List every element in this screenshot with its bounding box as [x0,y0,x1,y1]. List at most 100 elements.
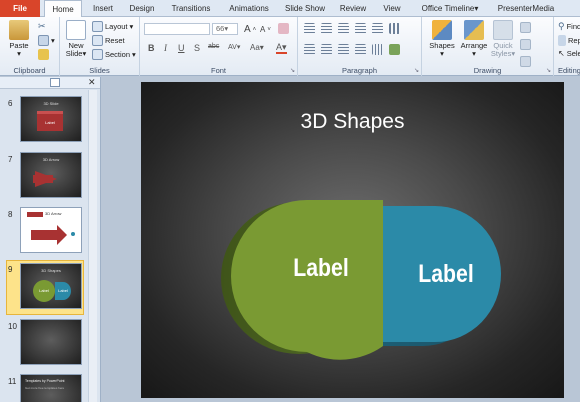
thumb-teal-dot [71,232,75,236]
editing-group-label: Editing [558,66,580,75]
italic-button[interactable]: I [164,43,167,53]
pane-header: ✕ [0,77,100,89]
tab-transitions[interactable]: Transitions [166,0,216,17]
align-right-icon[interactable] [338,44,349,55]
columns-icon[interactable] [389,23,400,34]
new-slide-button[interactable]: New Slide▾ [63,20,89,58]
quick-styles-icon [493,20,513,40]
tab-home[interactable]: Home [44,0,82,18]
find-button[interactable]: ⚲ Find [558,21,580,32]
dropdown-arrow-icon: ▾ [224,24,229,33]
thumbnail-scrollbar[interactable] [88,90,97,402]
dropdown-arrow-icon: ▾ [236,44,241,51]
thumb-title: 3D Slide [43,101,59,106]
line-spacing-icon[interactable] [372,23,383,34]
tab-review[interactable]: Review [336,0,370,17]
paragraph-group-label: Paragraph [341,66,378,75]
select-label: Select [566,49,580,58]
ribbon-tabs: File Home Insert Design Transitions Anim… [0,0,580,18]
text-direction-icon[interactable] [372,44,383,55]
tab-view[interactable]: View [378,0,406,17]
thumb-red-arrow-body [33,175,53,183]
bold-button[interactable]: B [148,43,155,53]
change-case-button[interactable]: Aa▾ [250,43,264,52]
thumb-number: 9 [8,265,13,274]
cursor-icon: ↖ [558,49,565,58]
tab-slide-show[interactable]: Slide Show [282,0,328,17]
layout-button[interactable]: Layout ▾ [92,21,133,32]
grow-arrow-icon: ˄ [252,26,257,33]
justify-icon[interactable] [355,44,366,55]
thumb-label: Label [39,288,49,293]
slide-thumbnail-10[interactable] [20,319,82,365]
shrink-font-button[interactable]: A ˅ [260,25,271,34]
thumb-label: Label [58,288,68,293]
align-center-icon[interactable] [321,44,332,55]
slide-thumbnail-6[interactable]: 3D Slide Label [20,96,82,142]
decrease-indent-icon[interactable] [338,23,349,34]
thumb-number: 11 [8,377,17,386]
copy-button[interactable]: ▾ [38,35,55,46]
slide-thumbnail-8[interactable]: 3D Arrow [20,207,82,253]
arrange-button[interactable]: Arrange ▾ [458,20,490,58]
strikethrough-button[interactable]: abc [208,43,219,50]
tab-presentermedia[interactable]: PresenterMedia [494,0,558,17]
dropdown-arrow-icon: ▾ [440,49,444,58]
tab-insert[interactable]: Insert [87,0,119,17]
format-painter-button[interactable] [38,49,49,60]
eraser-icon [278,23,289,34]
tab-file[interactable]: File [0,0,40,17]
tab-animations[interactable]: Animations [224,0,274,17]
dropdown-arrow-icon: ▾ [129,22,134,31]
shadow-button[interactable]: S [194,43,200,53]
shape-fill-icon[interactable] [520,22,531,33]
smartart-icon[interactable] [389,44,400,55]
section-button[interactable]: Section ▾ [92,49,136,60]
group-drawing: Shapes ▾ Arrange ▾ Quick Styles▾ Drawing… [422,17,554,76]
tab-design[interactable]: Design [125,0,159,17]
quick-styles-button[interactable]: Quick Styles▾ [490,20,516,58]
increase-indent-icon[interactable] [355,23,366,34]
outline-tab-icon[interactable] [50,78,60,87]
cut-button[interactable]: ✂ [38,21,46,32]
close-icon[interactable]: ✕ [88,77,96,88]
drawing-dialog-launcher-icon[interactable]: ↘ [546,67,551,74]
green-shape-label[interactable]: Label [287,254,355,283]
slide-thumbnail-11[interactable]: Templates by PowerPoint Get more free te… [20,374,82,402]
font-color-button[interactable]: A▾ [276,43,287,54]
slide-thumbnail-9[interactable]: 3D Shapes Label Label [20,263,82,309]
numbering-icon[interactable] [321,23,332,34]
thumb-number: 10 [8,322,17,331]
reset-button[interactable]: Reset [92,35,125,46]
thumb-number: 6 [8,99,13,108]
clear-formatting-button[interactable] [278,23,289,34]
align-left-icon[interactable] [304,44,315,55]
dropdown-arrow-icon: ▾ [51,36,55,45]
shape-outline-icon[interactable] [520,39,531,50]
tab-office-timeline[interactable]: Office Timeline▾ [416,0,484,17]
thumb-teal-shape: Label [55,282,71,300]
shapes-button[interactable]: Shapes ▾ [428,20,456,58]
thumb-label: Label [45,120,55,125]
paragraph-dialog-launcher-icon[interactable]: ↘ [414,67,419,74]
current-slide[interactable]: 3D Shapes Label Label [141,82,564,398]
select-button[interactable]: ↖Select [558,49,580,58]
dropdown-arrow-icon: ▾ [132,50,136,59]
underline-button[interactable]: U [178,43,185,53]
character-spacing-button[interactable]: AV▾ [228,43,240,51]
teal-shape-label[interactable]: Label [415,260,478,289]
font-size-select[interactable]: 66▾ [212,23,238,35]
font-name-select[interactable] [144,23,210,35]
replace-button[interactable]: Replac [558,35,580,46]
grow-font-button[interactable]: A ˄ [244,24,256,35]
slide-thumbnail-7[interactable]: 3D Arrow [20,152,82,198]
font-dialog-launcher-icon[interactable]: ↘ [290,67,295,74]
thumb-small-arrow [27,212,43,217]
bullets-icon[interactable] [304,23,315,34]
binoculars-icon: ⚲ [558,21,565,31]
dropdown-arrow-icon: ▾ [511,49,516,58]
paste-button[interactable]: Paste ▾ [6,20,32,58]
thumb-green-shape: Label [33,280,55,302]
arrange-icon [464,20,484,40]
slide-editing-area: 3D Shapes Label Label [101,77,580,402]
